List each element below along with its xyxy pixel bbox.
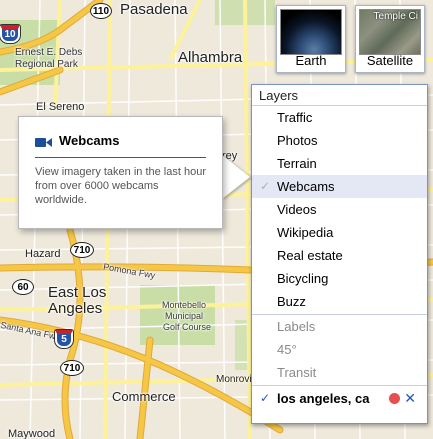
layers-menu-header[interactable]: Layers [252, 85, 427, 106]
map-label-maywood: Maywood [8, 428, 56, 439]
map-label-el-sereno: El Sereno [36, 101, 85, 113]
layer-item-label: Traffic [277, 110, 313, 125]
layer-item-buzz[interactable]: Buzz [252, 290, 427, 313]
layer-item-label: Webcams [277, 179, 335, 194]
layer-item-label: Labels [277, 319, 316, 334]
tooltip-title: Webcams [59, 133, 120, 148]
map-label-regional-park: Regional Park [15, 59, 78, 70]
search-result-label: los angeles, ca [277, 391, 370, 406]
layer-item-bicycling[interactable]: Bicycling [252, 267, 427, 290]
satellite-map-type-button[interactable]: Temple Ci Satellite [355, 5, 425, 73]
map-label-monrovi: Monrovi [216, 374, 252, 385]
layer-item-terrain[interactable]: Terrain [252, 152, 427, 175]
close-icon[interactable]: ✕ [404, 386, 416, 411]
layer-item-search-result[interactable]: ✓ los angeles, ca ✕ [252, 386, 427, 411]
layer-item-labels: Labels [252, 315, 427, 338]
map-label-alhambra: Alhambra [178, 49, 243, 66]
layer-item-label: Real estate [277, 248, 343, 263]
map-label-municipal: Municipal [165, 311, 204, 321]
layers-menu: Layers Traffic Photos Terrain ✓ Webcams V… [251, 84, 428, 424]
route-710-shield: 710 [60, 360, 84, 376]
route-110-shield: 110 [90, 3, 112, 19]
layer-item-label: Photos [277, 133, 318, 148]
satellite-thumbnail-label: Temple Ci [373, 11, 418, 22]
route-710-shield: 710 [70, 242, 94, 258]
satellite-label: Satellite [366, 53, 414, 68]
route-10-shield: 10 [0, 25, 20, 43]
layer-item-wikipedia[interactable]: Wikipedia [252, 221, 427, 244]
layer-item-traffic[interactable]: Traffic [252, 106, 427, 129]
earth-label: Earth [295, 53, 327, 68]
layer-item-label: Videos [277, 202, 317, 217]
check-icon: ✓ [260, 179, 271, 193]
earth-map-type-button[interactable]: Earth [276, 5, 346, 73]
map-label-ernest-debs: Ernest E. Debs [15, 47, 83, 58]
layer-item-label: 45° [277, 342, 297, 357]
layer-item-45-degree: 45° [252, 338, 427, 361]
layer-item-photos[interactable]: Photos [252, 129, 427, 152]
layer-item-webcams[interactable]: ✓ Webcams [252, 175, 427, 198]
layer-item-label: Bicycling [277, 271, 329, 286]
tooltip-divider [35, 157, 206, 158]
video-camera-icon [35, 138, 52, 147]
earth-thumbnail [280, 9, 342, 55]
satellite-thumbnail: Temple Ci [359, 9, 421, 55]
layer-item-real-estate[interactable]: Real estate [252, 244, 427, 267]
map-label-angeles: Angeles [48, 300, 103, 317]
map-label-east-los: East Los [48, 284, 107, 301]
layer-item-label: Transit [277, 365, 317, 380]
map-label-commerce: Commerce [112, 389, 176, 404]
route-60-shield: 60 [12, 279, 34, 295]
tooltip-description: View imagery taken in the last hour from… [35, 166, 206, 206]
layer-item-label: Terrain [277, 156, 317, 171]
webcams-tooltip: Webcams View imagery taken in the last h… [18, 116, 223, 229]
map-label-montebello: Montebello [162, 300, 207, 310]
tooltip-arrow [222, 155, 250, 199]
map-label-golf-course: Golf Course [163, 322, 212, 332]
layer-item-label: Wikipedia [277, 225, 334, 240]
layer-item-videos[interactable]: Videos [252, 198, 427, 221]
map-label-hazard: Hazard [25, 248, 61, 260]
red-marker-icon [389, 393, 400, 404]
layer-item-transit: Transit [252, 361, 427, 384]
check-icon: ✓ [260, 391, 271, 405]
map-label-pasadena: Pasadena [120, 1, 188, 18]
route-5-shield: 5 [55, 330, 73, 348]
layer-item-label: Buzz [277, 294, 306, 309]
